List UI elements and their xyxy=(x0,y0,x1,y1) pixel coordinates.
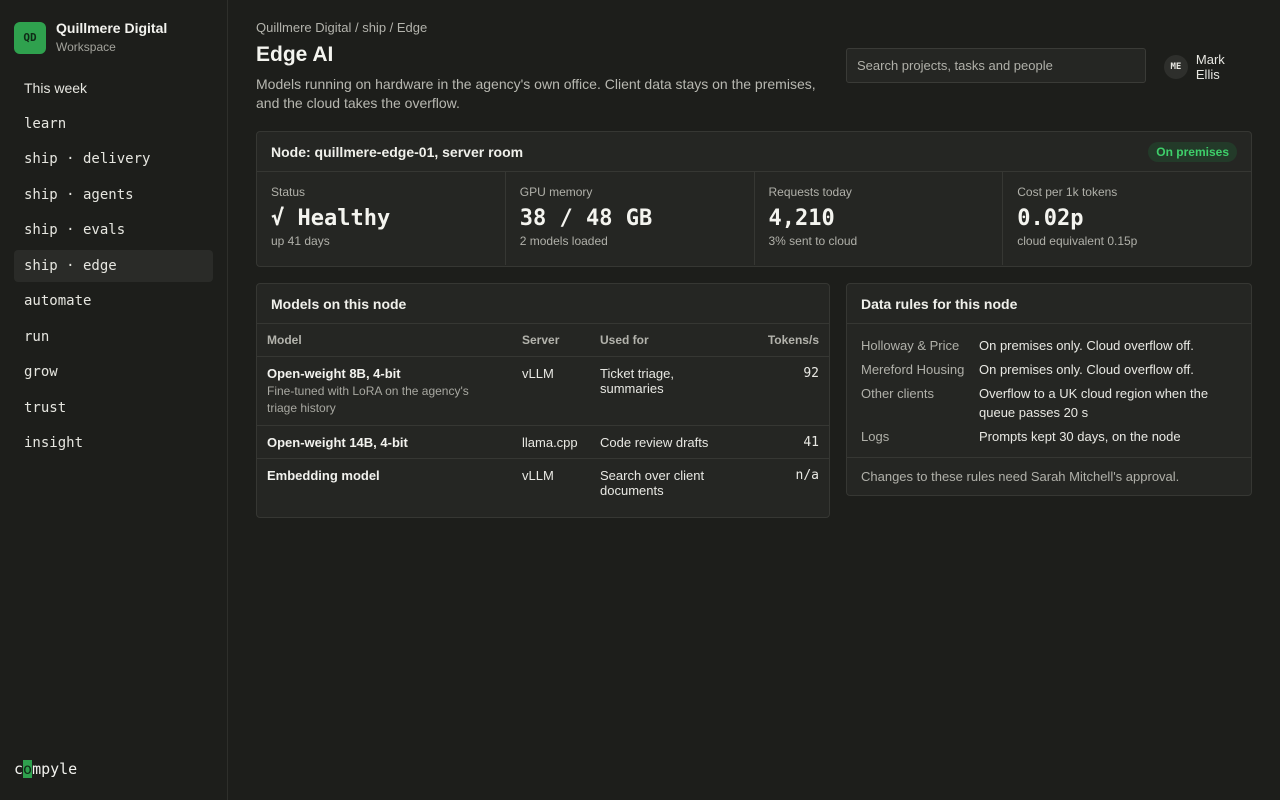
brand-logo-part: mpyle xyxy=(32,760,78,778)
sidebar-item-ship-evals[interactable]: ship · evals xyxy=(14,214,213,246)
table-row[interactable]: Embedding model vLLM Search over client … xyxy=(257,458,829,506)
model-name: Open-weight 14B, 4-bit xyxy=(267,434,408,450)
models-table: Model Server Used for Tokens/s Open-weig… xyxy=(257,324,829,506)
workspace-subtitle: Workspace xyxy=(56,40,116,54)
sidebar-item-run[interactable]: run xyxy=(14,321,213,353)
sidebar-item-ship-edge[interactable]: ship · edge xyxy=(14,249,213,282)
page-description: Models running on hardware in the agency… xyxy=(256,76,816,111)
node-card: Node: quillmere-edge-01, server room On … xyxy=(256,131,1252,267)
stat-subtext: 3% sent to cloud xyxy=(768,234,858,248)
rule-item: Logs Prompts kept 30 days, on the node xyxy=(861,427,1237,446)
breadcrumb: Quillmere Digital / ship / Edge xyxy=(256,20,428,35)
server-cell: vLLM xyxy=(522,467,554,483)
user-name: Mark Ellis xyxy=(1195,52,1225,82)
search-input[interactable] xyxy=(846,48,1146,83)
server-cell: llama.cpp xyxy=(512,425,590,459)
rule-value: Overflow to a UK cloud region when the q… xyxy=(979,386,1209,420)
column-header-model: Model xyxy=(257,324,512,357)
stat-value: 38 / 48 GB xyxy=(519,206,653,231)
rule-key: Holloway & Price xyxy=(861,338,960,353)
rule-key: Other clients xyxy=(861,386,934,401)
used-for-cell: Ticket triage, summaries xyxy=(590,356,740,426)
user-menu[interactable]: ME Mark Ellis xyxy=(1164,52,1252,82)
stat-status: Status √ Healthy up 41 days xyxy=(257,172,506,265)
rules-footer: Changes to these rules need Sarah Mitche… xyxy=(847,457,1251,495)
table-row[interactable]: Open-weight 8B, 4-bit Fine-tuned with Lo… xyxy=(257,356,829,426)
stat-label: Requests today xyxy=(768,185,852,199)
workspace-avatar: QD xyxy=(14,21,46,54)
rule-item: Mereford Housing On premises only. Cloud… xyxy=(861,360,1237,379)
stat-subtext: 2 models loaded xyxy=(519,234,608,248)
brand-logo-highlight: o xyxy=(23,760,33,778)
stat-requests-today: Requests today 4,210 3% sent to cloud xyxy=(755,172,1004,265)
column-header-used-for: Used for xyxy=(590,324,740,357)
table-row[interactable]: Open-weight 14B, 4-bit llama.cpp Code re… xyxy=(257,425,829,459)
page-title: Edge AI xyxy=(256,43,334,66)
workspace-name: Quillmere Digital xyxy=(56,20,168,36)
sidebar-item-ship-agents[interactable]: ship · agents xyxy=(14,179,213,211)
used-for-cell: Search over client documents xyxy=(600,467,705,498)
sidebar-item-ship-delivery[interactable]: ship · delivery xyxy=(14,143,213,175)
stat-subtext: up 41 days xyxy=(271,234,330,248)
stat-label: Cost per 1k tokens xyxy=(1017,185,1118,199)
tokens-cell: n/a xyxy=(795,467,819,483)
rule-item: Other clients Overflow to a UK cloud reg… xyxy=(861,384,1237,422)
stat-value: 0.02p xyxy=(1017,206,1084,231)
rule-key: Logs xyxy=(861,429,890,444)
used-for-cell: Code review drafts xyxy=(590,425,740,459)
sidebar-item-grow[interactable]: grow xyxy=(14,356,213,388)
brand-logo-part: c xyxy=(14,760,24,778)
tokens-cell: 92 xyxy=(740,356,829,426)
model-note: Fine-tuned with LoRA on the agency's tri… xyxy=(267,383,469,415)
stat-cost-per-1k: Cost per 1k tokens 0.02p cloud equivalen… xyxy=(1003,172,1251,265)
sidebar-item-this-week[interactable]: This week xyxy=(14,72,213,104)
status-badge: On premises xyxy=(1148,141,1237,162)
stat-value: 4,210 xyxy=(768,206,835,231)
rule-value: On premises only. Cloud overflow off. xyxy=(979,362,1194,377)
model-cell: Open-weight 8B, 4-bit Fine-tuned with Lo… xyxy=(257,356,512,426)
stat-value: √ Healthy xyxy=(271,206,391,231)
stat-gpu-memory: GPU memory 38 / 48 GB 2 models loaded xyxy=(506,172,755,265)
stat-label: Status xyxy=(271,185,306,199)
data-rules-card: Data rules for this node Holloway & Pric… xyxy=(846,283,1252,496)
sidebar-item-learn[interactable]: learn xyxy=(14,108,213,140)
sidebar: QD Quillmere Digital Workspace This week… xyxy=(0,0,228,800)
model-cell: Embedding model xyxy=(257,458,512,506)
sidebar-item-insight[interactable]: insight xyxy=(14,427,213,459)
model-name: Embedding model xyxy=(267,467,380,483)
sidebar-nav: This week learn ship · delivery ship · a… xyxy=(14,72,213,463)
sidebar-item-trust[interactable]: trust xyxy=(14,392,213,424)
rule-value: Prompts kept 30 days, on the node xyxy=(979,429,1181,444)
models-card: Models on this node Model Server Used fo… xyxy=(256,283,830,518)
rule-item: Holloway & Price On premises only. Cloud… xyxy=(861,336,1237,355)
rules-title: Data rules for this node xyxy=(861,295,1018,312)
tokens-cell: 41 xyxy=(740,425,829,459)
stat-label: GPU memory xyxy=(519,185,593,199)
model-cell: Open-weight 14B, 4-bit xyxy=(257,425,512,459)
brand-logo: compyle xyxy=(14,760,77,778)
column-header-tokens: Tokens/s xyxy=(740,324,829,357)
stat-subtext: cloud equivalent 0.15p xyxy=(1017,234,1138,248)
column-header-server: Server xyxy=(512,324,590,357)
node-title: Node: quillmere-edge-01, server room xyxy=(271,143,524,160)
sidebar-item-automate[interactable]: automate xyxy=(14,285,213,317)
model-name: Open-weight 8B, 4-bit xyxy=(267,365,401,381)
table-header-row: Model Server Used for Tokens/s xyxy=(257,324,829,357)
server-cell: vLLM xyxy=(512,356,590,426)
models-title: Models on this node xyxy=(271,295,407,312)
rule-value: On premises only. Cloud overflow off. xyxy=(979,338,1194,353)
avatar: ME xyxy=(1164,55,1188,79)
workspace-switcher[interactable]: QD Quillmere Digital Workspace xyxy=(14,20,167,55)
rules-list: Holloway & Price On premises only. Cloud… xyxy=(847,324,1251,457)
rule-key: Mereford Housing xyxy=(861,362,965,377)
